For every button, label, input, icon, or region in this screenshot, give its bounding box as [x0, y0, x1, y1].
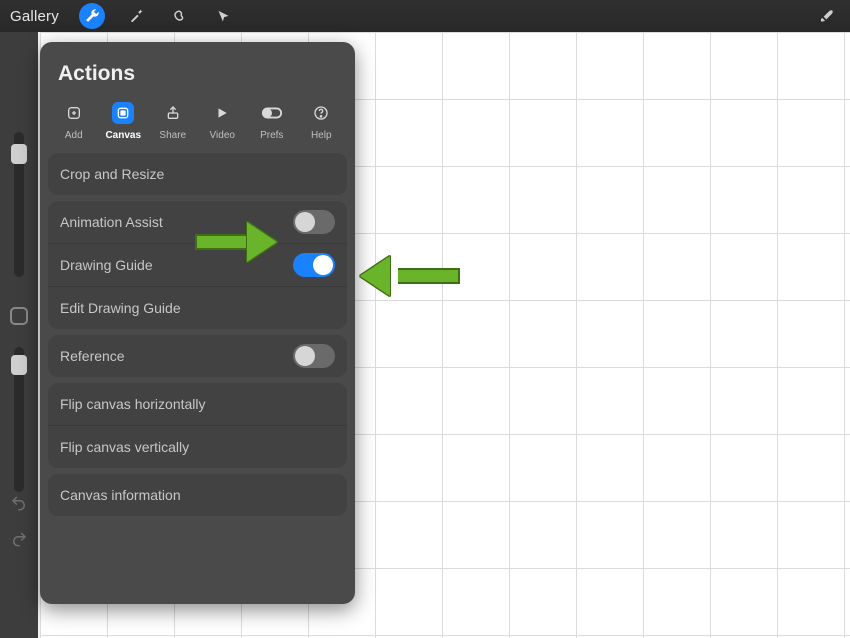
side-rail [0, 32, 38, 638]
add-icon [63, 102, 85, 124]
row-flip-horizontal[interactable]: Flip canvas horizontally [48, 383, 347, 425]
video-icon [211, 102, 233, 124]
slider-thumb[interactable] [11, 144, 27, 164]
toggle-animation-assist[interactable] [293, 210, 335, 234]
undo-icon[interactable] [10, 494, 28, 512]
tab-help[interactable]: Help [297, 100, 347, 145]
brush-size-slider[interactable] [14, 132, 24, 277]
opacity-slider[interactable] [14, 347, 24, 492]
row-label: Crop and Resize [60, 166, 164, 182]
tab-canvas[interactable]: Canvas [99, 100, 149, 145]
tab-label: Canvas [105, 130, 141, 141]
redo-icon[interactable] [10, 530, 28, 548]
tab-label: Share [159, 130, 186, 141]
tab-label: Video [210, 130, 235, 141]
row-crop-resize[interactable]: Crop and Resize [48, 153, 347, 195]
tab-label: Add [65, 130, 83, 141]
tab-prefs[interactable]: Prefs [247, 100, 297, 145]
row-label: Canvas information [60, 487, 181, 503]
selection-icon[interactable] [167, 3, 193, 29]
tab-add[interactable]: Add [49, 100, 99, 145]
row-label: Flip canvas horizontally [60, 396, 206, 412]
gallery-button[interactable]: Gallery [10, 8, 59, 25]
prefs-icon [261, 102, 283, 124]
annotation-arrow-right [195, 222, 285, 262]
tab-share[interactable]: Share [148, 100, 198, 145]
tab-video[interactable]: Video [198, 100, 248, 145]
top-toolbar: Gallery [0, 0, 850, 32]
panel-title: Actions [40, 42, 355, 100]
actions-panel: Actions Add Canvas Share Video [40, 42, 355, 604]
toggle-drawing-guide[interactable] [293, 253, 335, 277]
row-reference[interactable]: Reference [48, 335, 347, 377]
tab-label: Prefs [260, 130, 283, 141]
wand-icon[interactable] [123, 3, 149, 29]
toggle-reference[interactable] [293, 344, 335, 368]
brush-icon[interactable] [814, 3, 840, 29]
tab-label: Help [311, 130, 332, 141]
slider-thumb[interactable] [11, 355, 27, 375]
row-label: Reference [60, 348, 125, 364]
help-icon [310, 102, 332, 124]
row-flip-vertical[interactable]: Flip canvas vertically [48, 426, 347, 468]
row-label: Animation Assist [60, 214, 163, 230]
wrench-icon[interactable] [79, 3, 105, 29]
row-edit-drawing-guide[interactable]: Edit Drawing Guide [48, 287, 347, 329]
panel-tabs: Add Canvas Share Video Prefs [40, 100, 355, 153]
row-label: Edit Drawing Guide [60, 300, 181, 316]
annotation-arrow-left [360, 256, 460, 296]
row-label: Drawing Guide [60, 257, 153, 273]
cursor-icon[interactable] [211, 3, 237, 29]
color-picker-square[interactable] [10, 307, 28, 325]
canvas-icon [112, 102, 134, 124]
share-icon [162, 102, 184, 124]
row-label: Flip canvas vertically [60, 439, 189, 455]
row-canvas-info[interactable]: Canvas information [48, 474, 347, 516]
